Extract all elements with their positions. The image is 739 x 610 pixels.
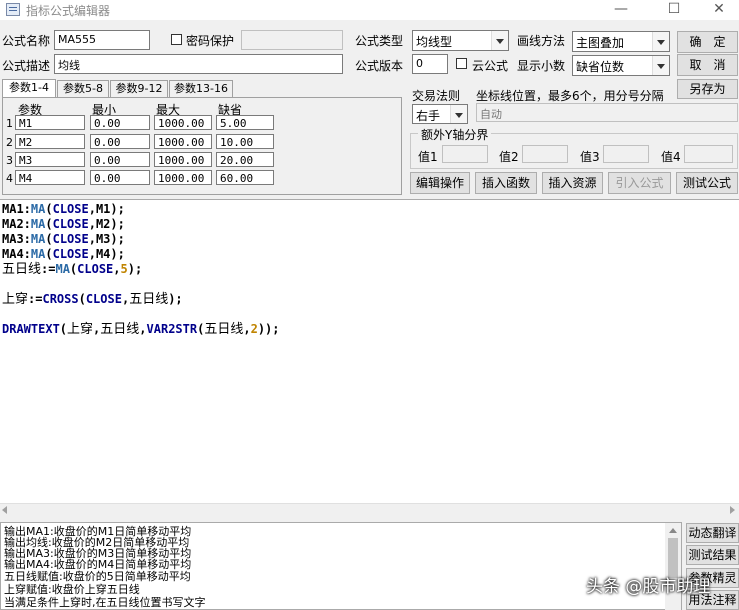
chevron-down-icon — [652, 56, 669, 75]
param-row-number: 3 — [6, 154, 13, 167]
y-value-1-input[interactable] — [442, 145, 488, 163]
code-line: MA2:MA(CLOSE,M2); — [2, 217, 125, 231]
param-min-input[interactable]: 0.00 — [90, 115, 150, 130]
draw-method-label: 画线方法 — [517, 34, 566, 48]
code-line: 五日线:=MA(CLOSE,5); — [2, 262, 143, 277]
y-value-2-input[interactable] — [522, 145, 568, 163]
coord-line-input[interactable]: 自动 — [476, 103, 738, 122]
scroll-left-icon[interactable] — [2, 506, 7, 514]
ok-button[interactable]: 确 定 — [677, 31, 738, 53]
tab-params-13-16[interactable]: 参数13-16 — [169, 80, 233, 97]
code-line: 上穿:=CROSS(CLOSE,五日线); — [2, 292, 183, 307]
chevron-down-icon — [450, 105, 467, 123]
trade-rule-value: 右手 — [416, 109, 441, 123]
code-line: DRAWTEXT(上穿,五日线,VAR2STR(五日线,2)); — [2, 322, 280, 337]
editor-horizontal-scrollbar[interactable] — [0, 503, 739, 517]
output-line: 当满足条件上穿时,在五日线位置书写文字 — [4, 596, 206, 609]
tab-params-5-8[interactable]: 参数5-8 — [57, 80, 109, 97]
cancel-button[interactable]: 取 消 — [677, 54, 738, 76]
test-formula-button[interactable]: 测试公式 — [676, 172, 738, 194]
dynamic-translate-button[interactable]: 动态翻译 — [686, 523, 739, 543]
watermark: 头条 @股市助理 — [586, 577, 711, 597]
param-name-input[interactable]: M2 — [15, 134, 85, 149]
save-as-button[interactable]: 另存为 — [677, 79, 738, 99]
param-default-input[interactable]: 10.00 — [216, 134, 274, 149]
y-value-4-input[interactable] — [684, 145, 733, 163]
output-line: 输出MA4:收盘价的M4日简单移动平均 — [4, 558, 192, 571]
draw-method-select[interactable]: 主图叠加 — [572, 31, 670, 52]
insert-resource-button[interactable]: 插入资源 — [542, 172, 603, 194]
param-row-number: 2 — [6, 136, 13, 149]
code-editor[interactable]: MA1:MA(CLOSE,M1); MA2:MA(CLOSE,M2); MA3:… — [0, 199, 739, 516]
y-value-2-label: 值2 — [499, 150, 519, 164]
param-max-input[interactable]: 1000.00 — [154, 152, 212, 167]
y-value-3-input[interactable] — [603, 145, 649, 163]
param-default-input[interactable]: 5.00 — [216, 115, 274, 130]
output-line: 上穿赋值:收盘价上穿五日线 — [4, 583, 140, 596]
formula-type-label: 公式类型 — [355, 34, 404, 48]
formula-desc-label: 公式描述 — [2, 59, 51, 73]
y-value-3-label: 值3 — [580, 150, 600, 164]
param-max-input[interactable]: 1000.00 — [154, 170, 212, 185]
formula-name-input[interactable]: MA555 — [54, 30, 150, 50]
tab-params-9-12[interactable]: 参数9-12 — [110, 80, 168, 97]
minimize-button[interactable]: — — [598, 0, 644, 20]
chevron-down-icon — [491, 31, 508, 50]
password-checkbox[interactable] — [171, 34, 182, 45]
y-value-4-label: 值4 — [661, 150, 681, 164]
chevron-down-icon — [652, 32, 669, 51]
y-value-1-label: 值1 — [418, 150, 438, 164]
param-max-input[interactable]: 1000.00 — [154, 115, 212, 130]
password-input[interactable] — [241, 30, 343, 50]
formula-desc-input[interactable]: 均线 — [54, 54, 343, 74]
param-name-input[interactable]: M3 — [15, 152, 85, 167]
param-default-input[interactable]: 60.00 — [216, 170, 274, 185]
code-line: MA4:MA(CLOSE,M4); — [2, 247, 125, 261]
code-line: MA3:MA(CLOSE,M3); — [2, 232, 125, 246]
draw-method-value: 主图叠加 — [576, 36, 625, 50]
decimal-value: 缺省位数 — [576, 60, 625, 74]
password-label: 密码保护 — [186, 34, 235, 48]
output-line: 五日线赋值:收盘价的5日简单移动平均 — [4, 570, 191, 583]
scroll-up-icon[interactable] — [669, 528, 677, 533]
formula-version-label: 公式版本 — [355, 59, 404, 73]
param-name-input[interactable]: M1 — [15, 115, 85, 130]
scroll-right-icon[interactable] — [730, 506, 735, 514]
cloud-formula-checkbox[interactable] — [456, 58, 467, 69]
decimal-select[interactable]: 缺省位数 — [572, 55, 670, 76]
cloud-formula-label: 云公式 — [472, 59, 509, 73]
tab-params-1-4[interactable]: 参数1-4 — [2, 79, 56, 98]
param-min-input[interactable]: 0.00 — [90, 170, 150, 185]
close-button[interactable]: ✕ — [696, 0, 739, 20]
param-name-input[interactable]: M4 — [15, 170, 85, 185]
code-line: MA1:MA(CLOSE,M1); — [2, 202, 125, 216]
formula-name-label: 公式名称 — [2, 34, 51, 48]
translation-output[interactable]: 输出MA1:收盘价的M1日简单移动平均 输出均线:收盘价的M2日简单移动平均 输… — [0, 522, 682, 610]
param-row-number: 1 — [6, 117, 13, 130]
param-row-number: 4 — [6, 172, 13, 185]
maximize-button[interactable]: ☐ — [651, 0, 697, 20]
window-title: 指标公式编辑器 — [26, 4, 111, 18]
formula-version-input[interactable]: 0 — [412, 54, 448, 74]
param-min-input[interactable]: 0.00 — [90, 152, 150, 167]
param-default-input[interactable]: 20.00 — [216, 152, 274, 167]
app-icon — [6, 3, 20, 16]
formula-type-select[interactable]: 均线型 — [412, 30, 509, 51]
decimal-label: 显示小数 — [517, 59, 566, 73]
edit-operation-button[interactable]: 编辑操作 — [410, 172, 470, 194]
param-max-input[interactable]: 1000.00 — [154, 134, 212, 149]
formula-type-value: 均线型 — [416, 35, 453, 49]
param-min-input[interactable]: 0.00 — [90, 134, 150, 149]
trade-rule-label: 交易法则 — [412, 89, 461, 103]
test-result-button[interactable]: 测试结果 — [686, 545, 739, 565]
trade-rule-select[interactable]: 右手 — [412, 104, 468, 124]
coord-line-label: 坐标线位置，最多6个，用分号分隔 — [476, 89, 664, 103]
insert-function-button[interactable]: 插入函数 — [475, 172, 537, 194]
y-axis-group-title: 额外Y轴分界 — [418, 126, 492, 143]
import-formula-button[interactable]: 引入公式 — [608, 172, 671, 194]
